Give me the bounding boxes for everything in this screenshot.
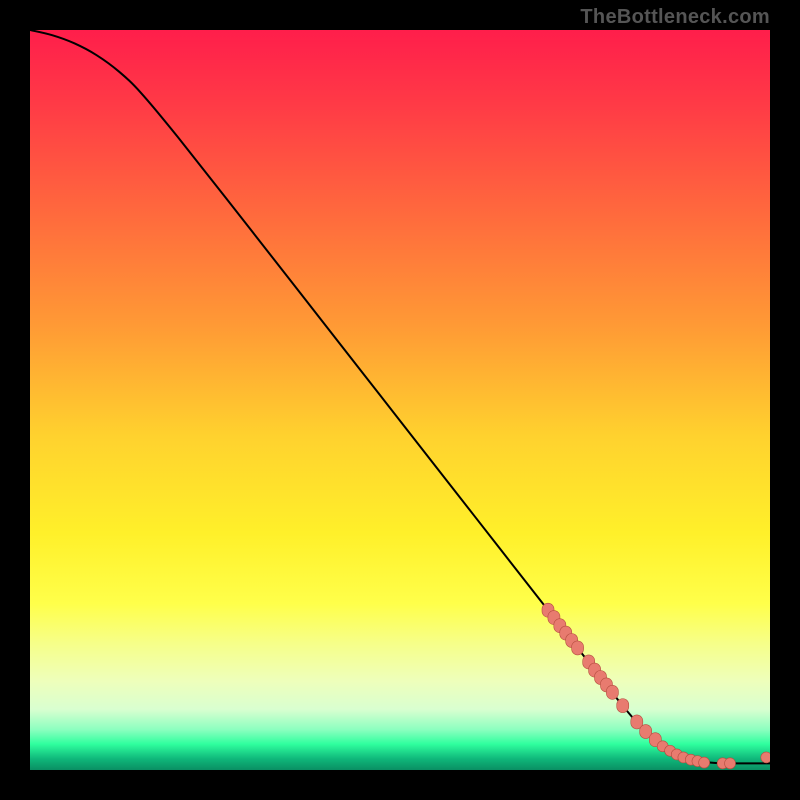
plot-area xyxy=(30,30,770,770)
gradient-background xyxy=(30,30,770,770)
gradient-rect xyxy=(30,30,770,770)
watermark-text: TheBottleneck.com xyxy=(580,6,770,29)
chart-frame: TheBottleneck.com xyxy=(0,0,800,800)
